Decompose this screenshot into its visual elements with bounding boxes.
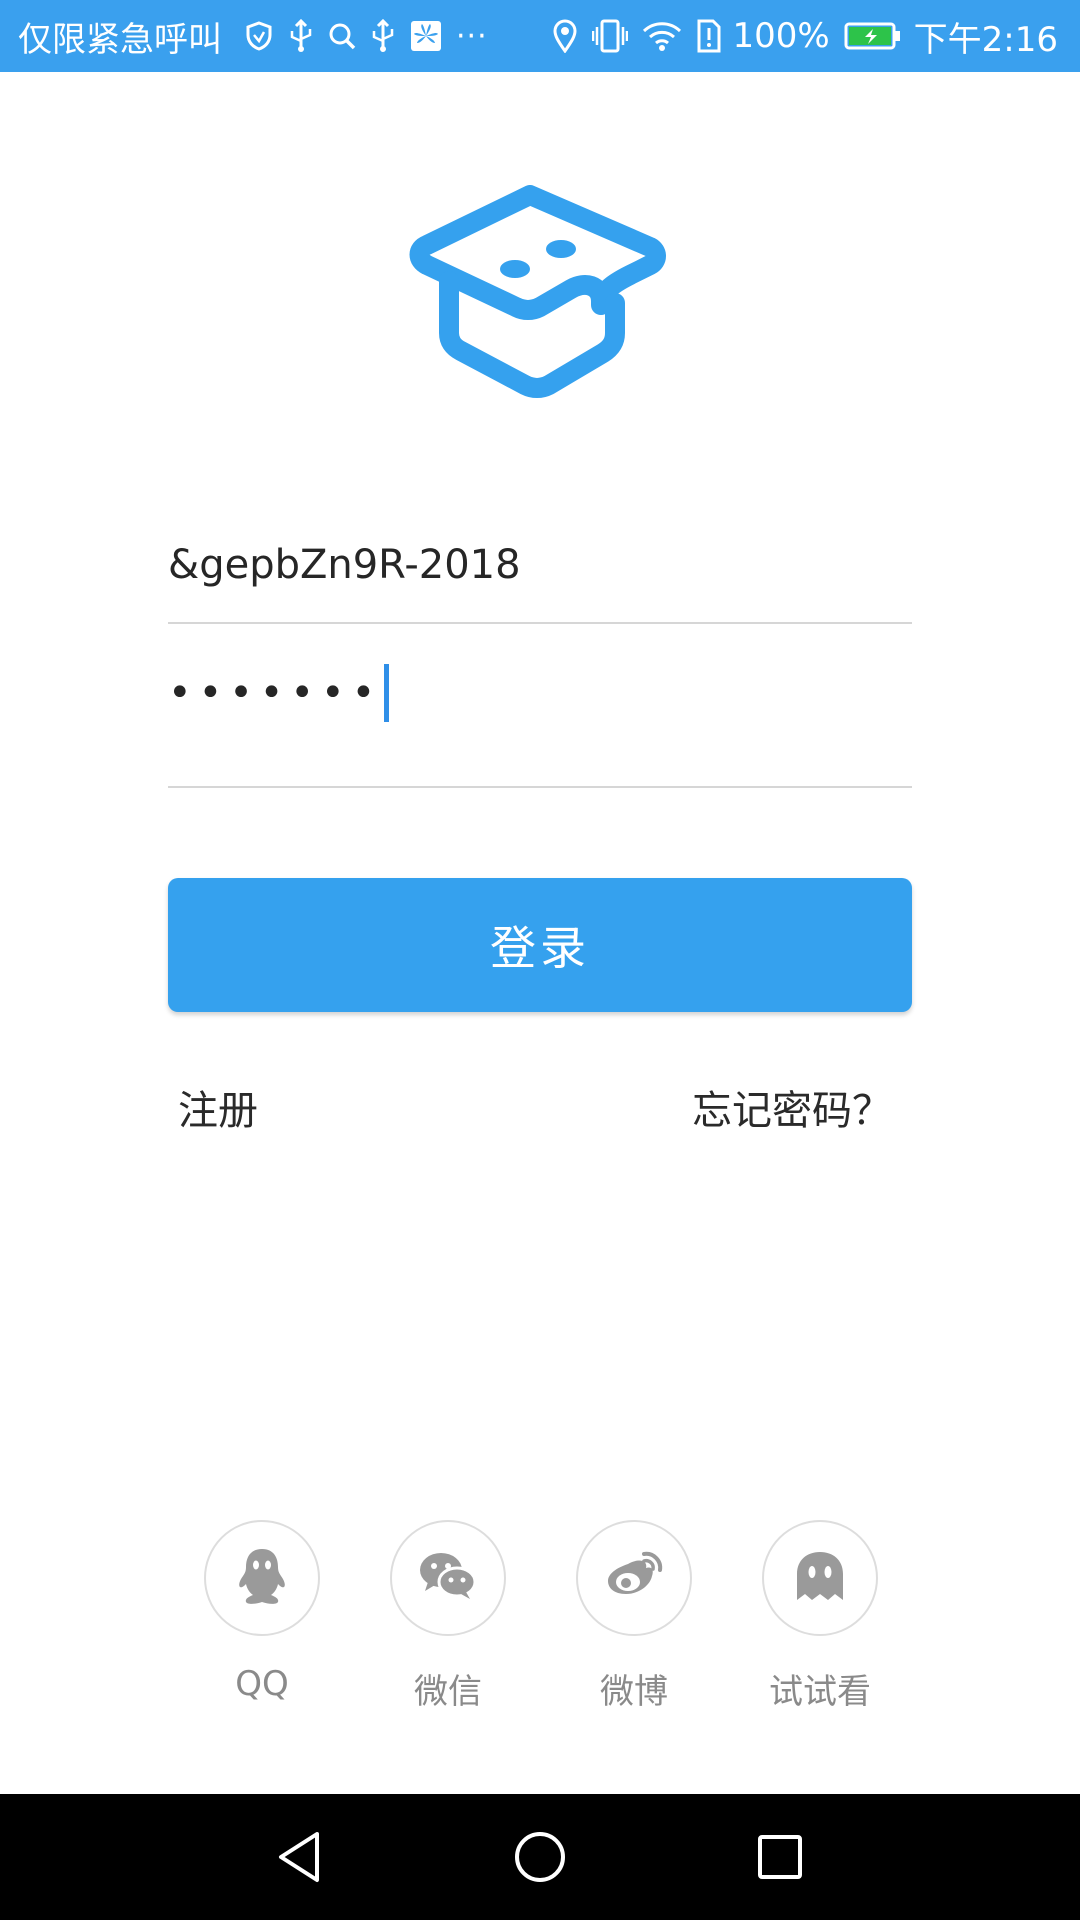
usb-icon <box>288 19 314 53</box>
vpn-shield-icon <box>244 20 274 52</box>
battery-charging-icon <box>844 21 902 51</box>
location-icon <box>552 19 578 53</box>
notification-overflow: ··· <box>456 18 488 54</box>
social-login-wechat[interactable]: 微信 <box>390 1520 506 1720</box>
login-button[interactable]: 登录 <box>168 878 912 1012</box>
wechat-icon <box>418 1550 478 1606</box>
social-label-qq: QQ <box>235 1664 289 1704</box>
sim-icon <box>696 19 722 53</box>
system-nav-bar <box>0 1794 1080 1920</box>
social-label-try: 试试看 <box>769 1672 871 1712</box>
social-circle[interactable] <box>576 1520 692 1636</box>
forgot-password-link[interactable]: 忘记密码？ <box>692 1078 892 1136</box>
text-cursor <box>384 664 390 722</box>
wifi-icon <box>642 20 682 52</box>
search-icon <box>328 22 356 50</box>
password-mask: ••••••• <box>168 670 383 716</box>
usb-icon <box>370 19 396 53</box>
vibrate-icon <box>592 19 629 53</box>
status-bar: 仅限紧急呼叫 ··· 100% 下午2:16 <box>0 0 1080 72</box>
password-value-wrap: ••••••• <box>168 664 390 722</box>
password-field[interactable]: ••••••• <box>168 642 912 788</box>
social-circle[interactable] <box>762 1520 878 1636</box>
status-bar-left: 仅限紧急呼叫 ··· <box>18 0 488 72</box>
app-logo <box>405 185 675 405</box>
username-field[interactable]: &gepbZn9R-2018 <box>168 520 912 624</box>
social-label-weibo: 微博 <box>600 1672 668 1712</box>
ghost-icon <box>793 1548 847 1608</box>
status-bar-right: 100% 下午2:16 <box>538 0 1058 72</box>
clock: 下午2:16 <box>913 19 1058 60</box>
social-circle[interactable] <box>390 1520 506 1636</box>
carrier-text: 仅限紧急呼叫 <box>18 19 222 60</box>
social-login-qq[interactable]: QQ <box>204 1520 320 1720</box>
username-value: &gepbZn9R-2018 <box>168 542 521 588</box>
qq-penguin-icon <box>234 1545 290 1611</box>
weibo-icon <box>604 1550 664 1606</box>
recents-icon[interactable] <box>717 1794 843 1920</box>
back-icon[interactable] <box>237 1794 363 1920</box>
social-login-weibo[interactable]: 微博 <box>576 1520 692 1720</box>
home-icon[interactable] <box>477 1794 603 1920</box>
social-label-wechat: 微信 <box>414 1672 482 1712</box>
register-link[interactable]: 注册 <box>178 1078 258 1136</box>
social-circle[interactable] <box>204 1520 320 1636</box>
huawei-icon <box>410 20 442 52</box>
social-login-try[interactable]: 试试看 <box>762 1520 878 1720</box>
login-screen: 仅限紧急呼叫 ··· 100% 下午2:16 &gepbZn9R-2018 ••… <box>0 0 1080 1920</box>
battery-percent: 100% <box>732 16 830 56</box>
